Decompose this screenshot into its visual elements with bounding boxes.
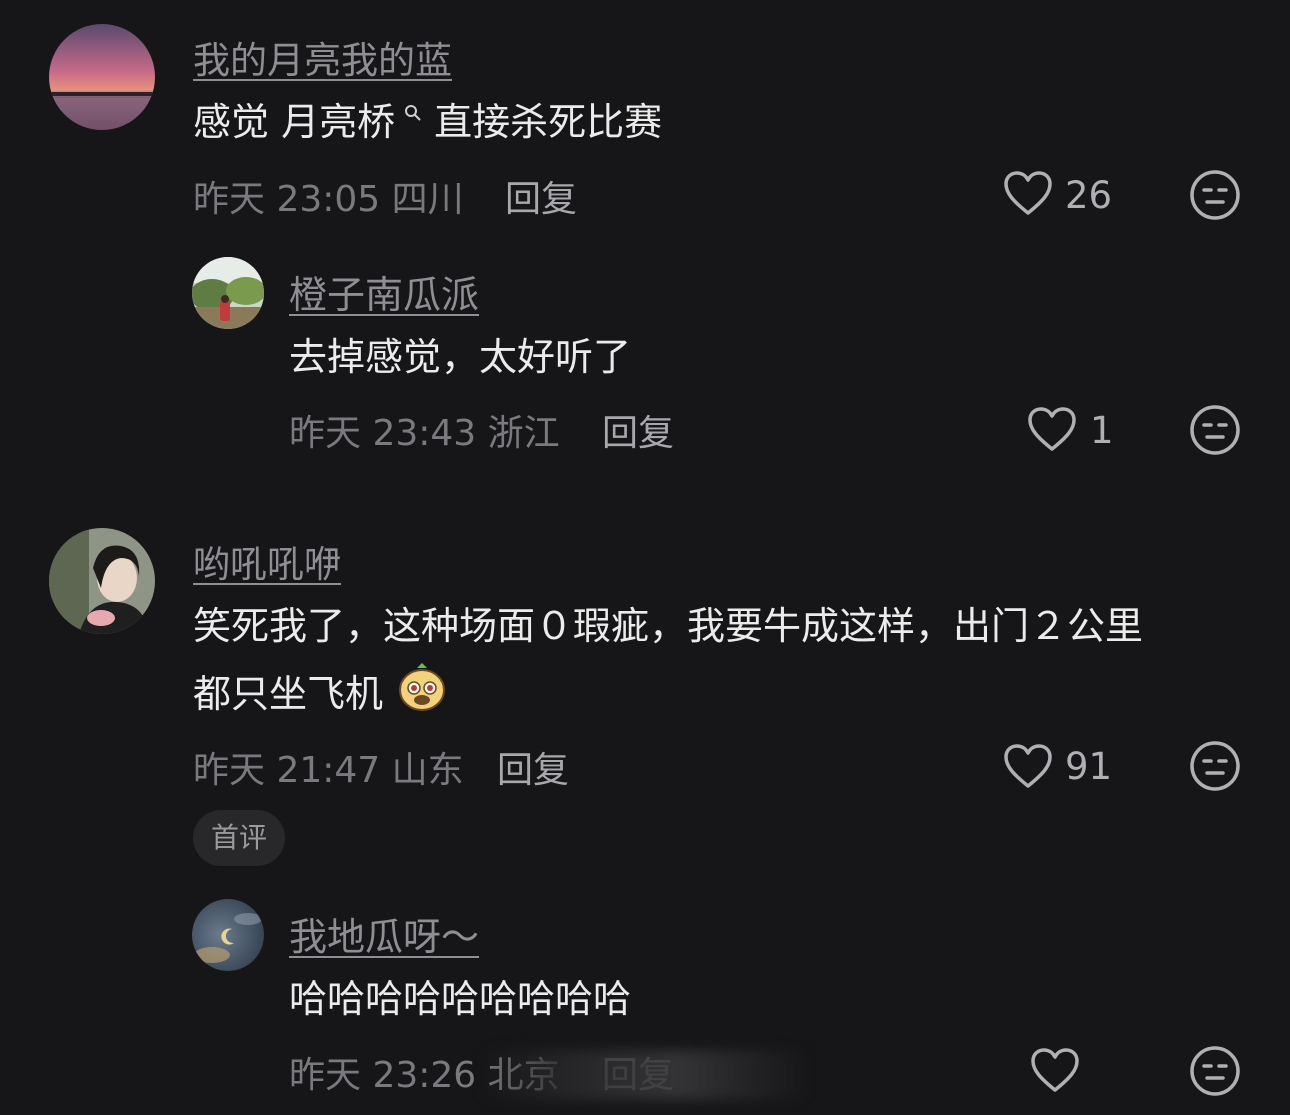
reply-button[interactable]: 回复 (602, 404, 674, 456)
dog-sticker-emoji (397, 662, 447, 723)
username[interactable]: 橙子南瓜派 (289, 264, 479, 319)
avatar[interactable] (49, 528, 155, 634)
comment-text: 感觉 月亮桥 直接杀死比赛 (193, 100, 662, 146)
username[interactable]: 我地瓜呀～ (289, 906, 479, 961)
like-count: 91 (1065, 745, 1113, 788)
username[interactable]: 我的月亮我的蓝 (193, 30, 452, 84)
avatar[interactable] (192, 257, 264, 329)
like-count: 1 (1090, 409, 1114, 452)
heart-outline-icon[interactable] (1003, 170, 1053, 216)
heart-outline-icon[interactable] (1027, 406, 1077, 452)
avatar[interactable] (49, 24, 155, 130)
avatar[interactable] (192, 899, 264, 971)
comment-text-part: 直接杀死比赛 (422, 100, 663, 144)
first-comment-badge: 首评 (193, 810, 286, 866)
comment-text: 笑死我了，这种场面０瑕疵，我要牛成这样，出门２公里 (193, 604, 1144, 648)
meh-face-icon[interactable] (1189, 1045, 1241, 1097)
meh-face-icon[interactable] (1189, 740, 1241, 792)
like-count: 26 (1065, 174, 1113, 217)
reply-button[interactable]: 回复 (497, 741, 569, 793)
reply-text: 哈哈哈哈哈哈哈哈哈 (289, 977, 632, 1021)
comment-meta: 昨天 23:05 四川 (193, 179, 464, 220)
heart-outline-icon[interactable] (1003, 743, 1053, 789)
comment-text-part: 都只坐飞机 (193, 671, 384, 716)
comment-text: 都只坐飞机 (193, 663, 447, 723)
reply-text: 去掉感觉，太好听了 (289, 335, 632, 379)
heart-outline-icon[interactable] (1030, 1047, 1080, 1093)
username[interactable]: 哟吼吼咿 (193, 534, 341, 588)
comment-meta: 昨天 21:47 山东 (193, 750, 464, 791)
comment-text-part: 感觉 月亮桥 (193, 100, 396, 144)
reply-button[interactable]: 回复 (505, 170, 577, 222)
reply-meta: 昨天 23:43 浙江 (289, 413, 560, 454)
watermark-blur (480, 1050, 810, 1100)
meh-face-icon[interactable] (1189, 169, 1241, 221)
search-icon[interactable] (397, 100, 422, 125)
meh-face-icon[interactable] (1189, 404, 1241, 456)
